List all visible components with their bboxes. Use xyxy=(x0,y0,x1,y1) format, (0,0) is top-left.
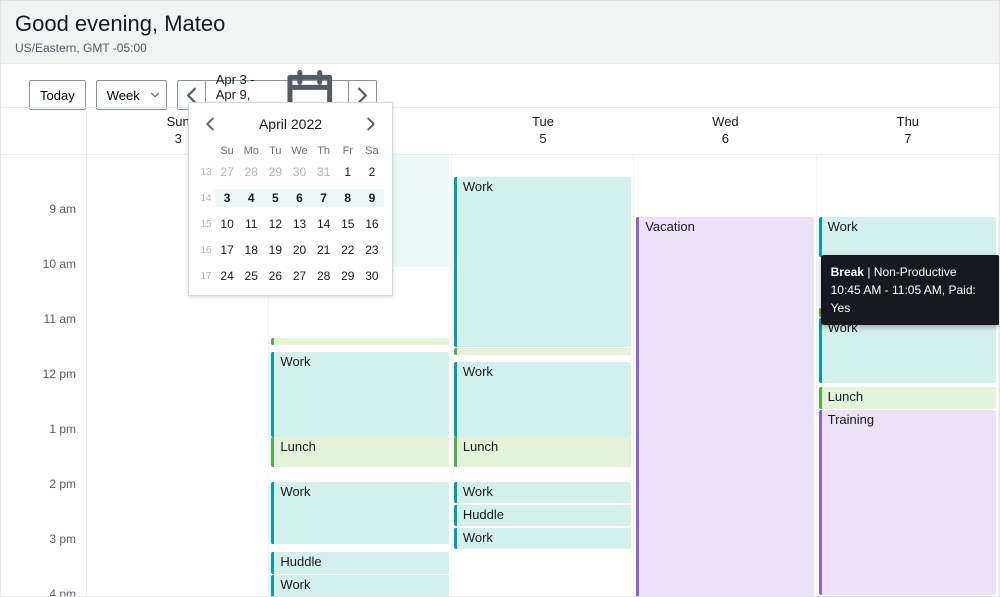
datepicker-day[interactable]: 6 xyxy=(287,189,311,207)
datepicker-day[interactable]: 11 xyxy=(239,215,263,233)
event-block[interactable]: Lunch xyxy=(454,437,631,467)
datepicker-day[interactable]: 25 xyxy=(239,267,263,285)
view-select[interactable]: Week xyxy=(96,80,167,110)
event-block[interactable]: Work xyxy=(271,352,448,437)
tooltip-type: Non-Productive xyxy=(874,265,957,279)
datepicker-day[interactable]: 7 xyxy=(312,189,336,207)
datepicker-day[interactable]: 14 xyxy=(312,215,336,233)
hour-label: 3 pm xyxy=(49,532,76,546)
dow-label: Fr xyxy=(336,145,360,157)
week-number: 16 xyxy=(197,241,215,259)
hour-label: 10 am xyxy=(43,257,76,271)
datepicker-day[interactable]: 29 xyxy=(336,267,360,285)
chevron-left-icon xyxy=(199,113,221,135)
chevron-right-icon xyxy=(360,113,382,135)
event-block[interactable]: Huddle xyxy=(454,505,631,526)
hour-label: 12 pm xyxy=(43,367,76,381)
datepicker-day[interactable]: 30 xyxy=(360,267,384,285)
datepicker-day[interactable]: 27 xyxy=(215,163,239,181)
datepicker-day[interactable]: 1 xyxy=(336,163,360,181)
event-tooltip: Break | Non-Productive 10:45 AM - 11:05 … xyxy=(821,255,1000,325)
datepicker-day[interactable]: 15 xyxy=(336,215,360,233)
day-header-thu: Thu 7 xyxy=(817,108,999,154)
datepicker-day[interactable]: 13 xyxy=(287,215,311,233)
event-block[interactable]: Huddle xyxy=(271,552,448,574)
datepicker-day[interactable]: 31 xyxy=(312,163,336,181)
hour-label: 9 am xyxy=(49,202,76,216)
day-header-wed: Wed 6 xyxy=(634,108,816,154)
day-column-wed[interactable]: Vacation xyxy=(634,155,816,596)
page-header: Good evening, Mateo US/Eastern, GMT -05:… xyxy=(1,1,999,64)
week-number: 15 xyxy=(197,215,215,233)
datepicker-next-month[interactable] xyxy=(360,113,382,135)
dow-label: Mo xyxy=(239,145,263,157)
datepicker-day[interactable]: 8 xyxy=(336,189,360,207)
datepicker-day[interactable]: 29 xyxy=(263,163,287,181)
dow-label: We xyxy=(287,145,311,157)
datepicker-day[interactable]: 28 xyxy=(312,267,336,285)
datepicker-day[interactable]: 16 xyxy=(360,215,384,233)
datepicker-day[interactable]: 10 xyxy=(215,215,239,233)
today-button[interactable]: Today xyxy=(29,80,86,110)
event-block[interactable]: Lunch xyxy=(819,387,996,409)
datepicker-day[interactable]: 19 xyxy=(263,241,287,259)
datepicker-day[interactable]: 28 xyxy=(239,163,263,181)
datepicker-day[interactable]: 2 xyxy=(360,163,384,181)
tooltip-detail: 10:45 AM - 11:05 AM, Paid: Yes xyxy=(831,283,976,315)
event-block[interactable]: Work xyxy=(271,575,448,597)
datepicker-month-label: April 2022 xyxy=(259,116,322,132)
hour-label: 2 pm xyxy=(49,477,76,491)
dow-label: Tu xyxy=(263,145,287,157)
dow-label: Th xyxy=(312,145,336,157)
datepicker-popover: April 2022 Su Mo Tu We Th Fr Sa 13 27 28… xyxy=(188,102,393,296)
datepicker-day[interactable]: 9 xyxy=(360,189,384,207)
calendar-grid: 9 am 10 am 11 am 12 pm 1 pm 2 pm 3 pm 4 … xyxy=(1,155,999,596)
week-number: 17 xyxy=(197,267,215,285)
event-block[interactable]: Work xyxy=(271,482,448,544)
day-header-tue: Tue 5 xyxy=(452,108,634,154)
chevron-down-icon xyxy=(148,88,162,102)
event-block[interactable]: Work xyxy=(454,482,631,503)
event-block[interactable]: Work xyxy=(819,318,996,383)
datepicker-day[interactable]: 22 xyxy=(336,241,360,259)
event-block[interactable]: Work xyxy=(454,528,631,549)
hour-label: 11 am xyxy=(44,312,76,326)
datepicker-day[interactable]: 4 xyxy=(239,189,263,207)
page-title: Good evening, Mateo xyxy=(15,11,985,37)
event-block[interactable]: Vacation xyxy=(636,217,813,597)
time-gutter: 9 am 10 am 11 am 12 pm 1 pm 2 pm 3 pm 4 … xyxy=(1,155,87,596)
datepicker-day[interactable]: 21 xyxy=(312,241,336,259)
datepicker-day[interactable]: 18 xyxy=(239,241,263,259)
day-column-tue[interactable]: Work Work Lunch Work Huddle Work xyxy=(452,155,634,596)
datepicker-day[interactable]: 23 xyxy=(360,241,384,259)
datepicker-day[interactable]: 26 xyxy=(263,267,287,285)
hour-label: 1 pm xyxy=(49,422,76,436)
view-select-label: Week xyxy=(107,88,140,103)
event-block[interactable]: Training xyxy=(819,410,996,595)
datepicker-day[interactable]: 12 xyxy=(263,215,287,233)
week-number: 14 xyxy=(197,189,215,207)
dow-label: Sa xyxy=(360,145,384,157)
hour-label: 4 pm xyxy=(49,587,76,597)
event-block[interactable]: Work xyxy=(819,217,996,257)
tooltip-title: Break xyxy=(831,265,864,279)
datepicker-day[interactable]: 27 xyxy=(287,267,311,285)
datepicker-day[interactable]: 20 xyxy=(287,241,311,259)
datepicker-day[interactable]: 24 xyxy=(215,267,239,285)
week-number: 13 xyxy=(197,163,215,181)
day-column-thu[interactable]: Work Work Lunch Training Break | Non-Pro… xyxy=(817,155,999,596)
timezone-label: US/Eastern, GMT -05:00 xyxy=(15,41,985,55)
event-block[interactable]: Lunch xyxy=(271,437,448,467)
calendar-day-headers: Sun 3 Mon 4 Tue 5 Wed 6 Thu 7 xyxy=(1,107,999,155)
event-block[interactable] xyxy=(454,348,631,355)
event-block[interactable] xyxy=(271,338,448,345)
dow-label: Su xyxy=(215,145,239,157)
event-block[interactable]: Work xyxy=(454,177,631,347)
datepicker-day[interactable]: 3 xyxy=(215,189,239,207)
datepicker-prev-month[interactable] xyxy=(199,113,221,135)
datepicker-day[interactable]: 5 xyxy=(263,189,287,207)
event-block[interactable]: Work xyxy=(454,362,631,437)
datepicker-day[interactable]: 17 xyxy=(215,241,239,259)
datepicker-day[interactable]: 30 xyxy=(287,163,311,181)
